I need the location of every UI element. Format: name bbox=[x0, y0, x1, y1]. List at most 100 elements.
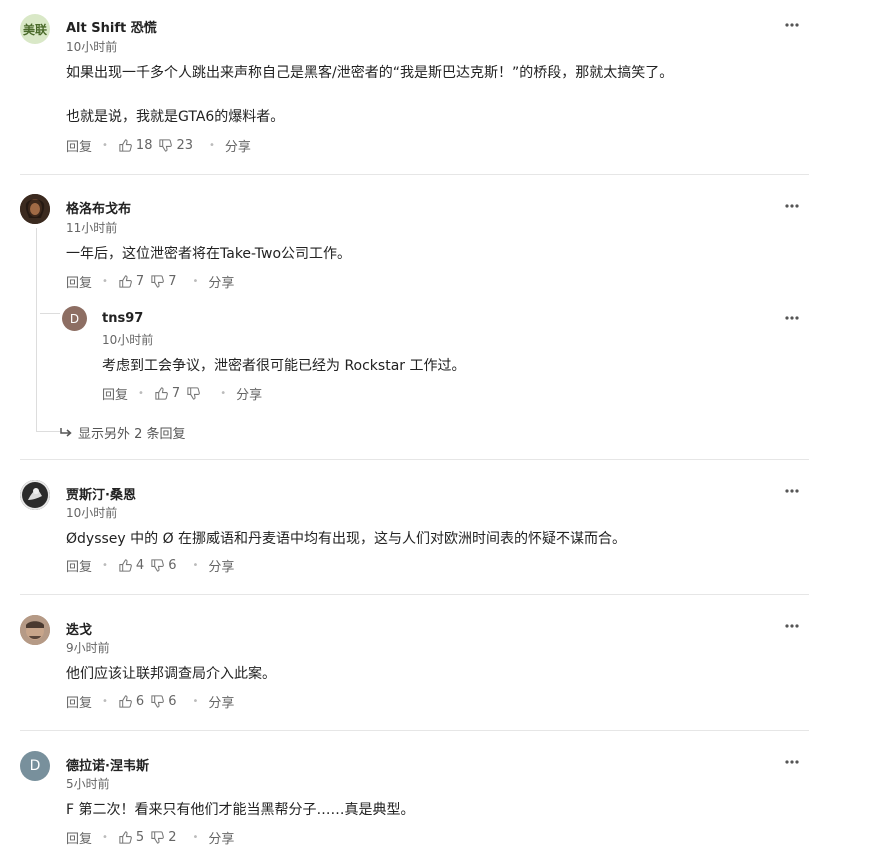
reply-button[interactable]: 回复 bbox=[66, 556, 92, 575]
author-name[interactable]: 迭戈 bbox=[66, 619, 92, 638]
avatar-text: D bbox=[69, 311, 80, 326]
like-button[interactable]: 5 bbox=[118, 830, 144, 845]
comment-actions: 回复 • 6 6 • 分享 bbox=[66, 692, 234, 711]
divider bbox=[20, 730, 809, 731]
more-options-button[interactable] bbox=[782, 484, 802, 498]
more-options-button[interactable] bbox=[782, 619, 802, 633]
share-button[interactable]: 分享 bbox=[208, 692, 234, 711]
share-button[interactable]: 分享 bbox=[208, 828, 234, 847]
like-count: 6 bbox=[135, 694, 145, 709]
avatar[interactable]: D bbox=[20, 751, 50, 781]
reply-button[interactable]: 回复 bbox=[102, 384, 128, 403]
more-options-button[interactable] bbox=[782, 311, 802, 325]
avatar-image bbox=[20, 194, 50, 224]
like-button[interactable]: 4 bbox=[118, 558, 144, 573]
like-count: 7 bbox=[135, 274, 145, 289]
reply-button[interactable]: 回复 bbox=[66, 828, 92, 847]
share-button[interactable]: 分享 bbox=[225, 136, 251, 155]
like-count: 5 bbox=[135, 830, 145, 845]
like-button[interactable]: 6 bbox=[118, 694, 144, 709]
show-more-replies-link[interactable]: 显示另外 2 条回复 bbox=[60, 423, 186, 442]
share-button[interactable]: 分享 bbox=[208, 556, 234, 575]
avatar-image bbox=[20, 480, 50, 510]
author-name[interactable]: 格洛布戈布 bbox=[66, 198, 131, 217]
comment-text: 一年后，这位泄密者将在Take-Two公司工作。 bbox=[66, 246, 352, 262]
thumbs-down-icon bbox=[151, 831, 165, 844]
like-button[interactable]: 7 bbox=[118, 274, 144, 289]
dislike-count: 6 bbox=[168, 694, 177, 709]
reply-arrow-icon bbox=[60, 428, 72, 437]
more-dots-icon bbox=[785, 316, 799, 320]
separator-dot: • bbox=[192, 560, 199, 571]
timestamp[interactable]: 9小时前 bbox=[66, 639, 110, 656]
avatar[interactable] bbox=[20, 480, 50, 510]
separator-dot: • bbox=[102, 832, 108, 843]
avatar-text: 美联 bbox=[22, 22, 47, 37]
reply-button[interactable]: 回复 bbox=[66, 136, 92, 155]
comment-text: 也就是说，我就是GTA6的爆料者。 bbox=[66, 109, 285, 125]
reply-button[interactable]: 回复 bbox=[66, 692, 92, 711]
separator-dot: • bbox=[102, 696, 108, 707]
reply-button[interactable]: 回复 bbox=[66, 272, 92, 291]
dislike-button[interactable]: 2 bbox=[150, 830, 176, 845]
timestamp[interactable]: 10小时前 bbox=[66, 504, 117, 521]
separator-dot: • bbox=[102, 560, 108, 571]
dislike-count: 7 bbox=[168, 274, 177, 289]
thread-line bbox=[36, 228, 37, 432]
share-button[interactable]: 分享 bbox=[208, 272, 234, 291]
comment-text: Ødyssey 中的 Ø 在挪威语和丹麦语中均有出现，这与人们对欧洲时间表的怀疑… bbox=[66, 531, 627, 547]
dislike-button[interactable]: 6 bbox=[150, 558, 176, 573]
thumbs-down-icon bbox=[151, 695, 165, 708]
more-dots-icon bbox=[785, 204, 799, 208]
thumbs-up-icon bbox=[119, 559, 132, 572]
thumbs-up-icon bbox=[119, 831, 132, 844]
avatar-text: D bbox=[29, 758, 41, 774]
more-dots-icon bbox=[785, 624, 799, 628]
timestamp[interactable]: 5小时前 bbox=[66, 775, 110, 792]
show-more-replies-label: 显示另外 2 条回复 bbox=[78, 427, 186, 442]
comment-actions: 回复 • 18 23 • 分享 bbox=[66, 136, 251, 155]
comment-text: F 第二次！看来只有他们才能当黑帮分子……真是典型。 bbox=[66, 802, 415, 818]
share-button[interactable]: 分享 bbox=[236, 384, 262, 403]
more-dots-icon bbox=[785, 760, 799, 764]
author-name[interactable]: tns97 bbox=[102, 311, 143, 326]
separator-dot: • bbox=[220, 388, 227, 399]
thumbs-down-icon bbox=[151, 559, 165, 572]
comment-text: 如果出现一千多个人跳出来声称自己是黑客/泄密者的“我是斯巴达克斯！”的桥段，那就… bbox=[66, 65, 674, 81]
thread-line bbox=[40, 313, 60, 314]
thumbs-up-icon bbox=[119, 139, 132, 152]
author-name[interactable]: Alt Shift 恐慌 bbox=[66, 17, 157, 36]
timestamp[interactable]: 11小时前 bbox=[66, 219, 117, 236]
avatar[interactable]: 美联 bbox=[20, 14, 50, 44]
comment-actions: 回复 • 5 2 • 分享 bbox=[66, 828, 234, 847]
like-button[interactable]: 7 bbox=[154, 386, 180, 401]
comment-actions: 回复 • 7 7 • 分享 bbox=[66, 272, 234, 291]
avatar[interactable]: D bbox=[62, 306, 87, 331]
more-options-button[interactable] bbox=[782, 18, 802, 32]
dislike-button[interactable] bbox=[186, 386, 204, 401]
like-button[interactable]: 18 bbox=[118, 138, 153, 153]
separator-dot: • bbox=[102, 140, 108, 151]
comment-actions: 回复 • 4 6 • 分享 bbox=[66, 556, 234, 575]
avatar[interactable] bbox=[20, 194, 50, 224]
divider bbox=[20, 174, 809, 175]
author-name[interactable]: 贾斯汀·桑恩 bbox=[66, 484, 136, 503]
timestamp[interactable]: 10小时前 bbox=[66, 38, 117, 55]
more-dots-icon bbox=[785, 489, 799, 493]
thumbs-up-icon bbox=[119, 695, 132, 708]
dislike-button[interactable]: 7 bbox=[150, 274, 176, 289]
like-count: 4 bbox=[135, 558, 145, 573]
more-options-button[interactable] bbox=[782, 755, 802, 769]
dislike-button[interactable]: 23 bbox=[158, 138, 193, 153]
more-options-button[interactable] bbox=[782, 199, 802, 213]
thumbs-down-icon bbox=[159, 139, 173, 152]
thumbs-up-icon bbox=[155, 387, 168, 400]
dislike-count: 6 bbox=[168, 558, 177, 573]
timestamp[interactable]: 10小时前 bbox=[102, 331, 153, 348]
author-name[interactable]: 德拉诺·涅韦斯 bbox=[66, 755, 149, 774]
like-count: 7 bbox=[171, 386, 181, 401]
avatar[interactable] bbox=[20, 615, 50, 645]
comment-text: 他们应该让联邦调查局介入此案。 bbox=[66, 666, 276, 682]
dislike-button[interactable]: 6 bbox=[150, 694, 176, 709]
like-count: 18 bbox=[135, 138, 153, 153]
